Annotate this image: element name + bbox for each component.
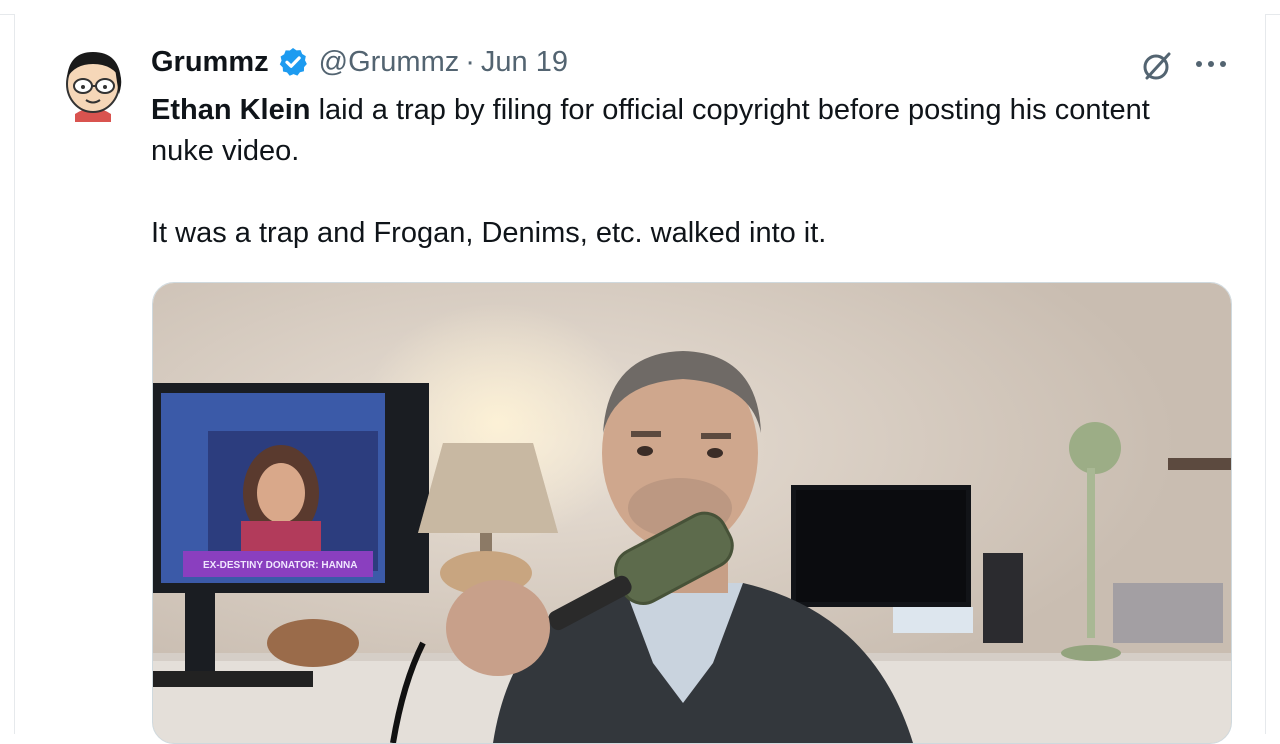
tweet-text-paragraph-2: It was a trap and Frogan, Denims, etc. w… bbox=[151, 217, 827, 249]
tweet-media-image[interactable]: EX-DESTINY DONATOR: HANNA bbox=[152, 282, 1232, 744]
avatar[interactable] bbox=[53, 42, 133, 122]
tweet-text-paragraph-1: Ethan Klein laid a trap by filing for of… bbox=[151, 90, 1211, 172]
tweet-text: Ethan Klein laid a trap by filing for of… bbox=[151, 90, 1211, 254]
mention-link[interactable]: Ethan Klein bbox=[151, 94, 311, 126]
media-caption: EX-DESTINY DONATOR: HANNA bbox=[203, 560, 357, 571]
tweet-card[interactable]: Grummz @Grummz · Jun 19 Ethan Klein laid… bbox=[14, 14, 1266, 744]
separator-dot: · bbox=[465, 45, 475, 78]
top-divider bbox=[0, 0, 1280, 15]
author-handle[interactable]: @Grummz bbox=[319, 46, 460, 79]
grok-icon[interactable] bbox=[1139, 48, 1175, 84]
tweet-date[interactable]: Jun 19 bbox=[481, 46, 568, 79]
author-name[interactable]: Grummz bbox=[151, 46, 269, 79]
more-icon[interactable] bbox=[1191, 50, 1231, 78]
verified-badge-icon bbox=[277, 46, 309, 78]
tweet-header: Grummz @Grummz · Jun 19 bbox=[151, 42, 568, 82]
